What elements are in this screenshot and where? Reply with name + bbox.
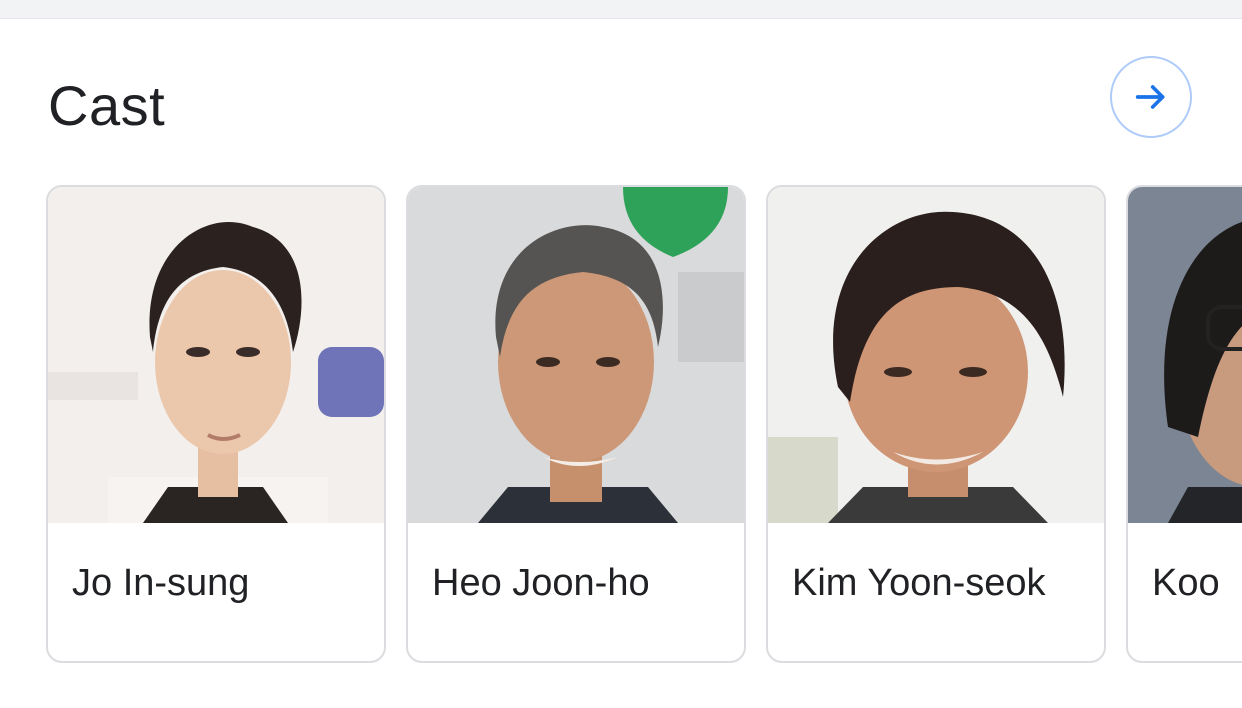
- cast-card[interactable]: Jo In-sung: [46, 185, 386, 663]
- cast-name: Kim Yoon-seok: [792, 562, 1046, 604]
- cast-name: Jo In-sung: [72, 562, 250, 604]
- cast-photo: [768, 187, 1104, 523]
- section-title: Cast: [48, 74, 166, 137]
- cast-section-header: Cast: [0, 18, 1242, 178]
- cast-photo: [1128, 187, 1242, 523]
- arrow-right-icon: [1135, 85, 1165, 109]
- cast-photo: [408, 187, 744, 523]
- cast-card[interactable]: Kim Yoon-seok: [766, 185, 1106, 663]
- top-divider-strip: [0, 0, 1242, 19]
- cast-name: Heo Joon-ho: [432, 562, 650, 604]
- cast-name: Koo: [1152, 562, 1220, 604]
- cast-card[interactable]: Koo: [1126, 185, 1242, 663]
- cast-photo: [48, 187, 384, 523]
- see-more-button[interactable]: [1110, 56, 1192, 138]
- cast-card[interactable]: Heo Joon-ho: [406, 185, 746, 663]
- cast-carousel[interactable]: Jo In-sung Heo Joon-ho Kim Yoon-seok Koo: [0, 185, 1242, 665]
